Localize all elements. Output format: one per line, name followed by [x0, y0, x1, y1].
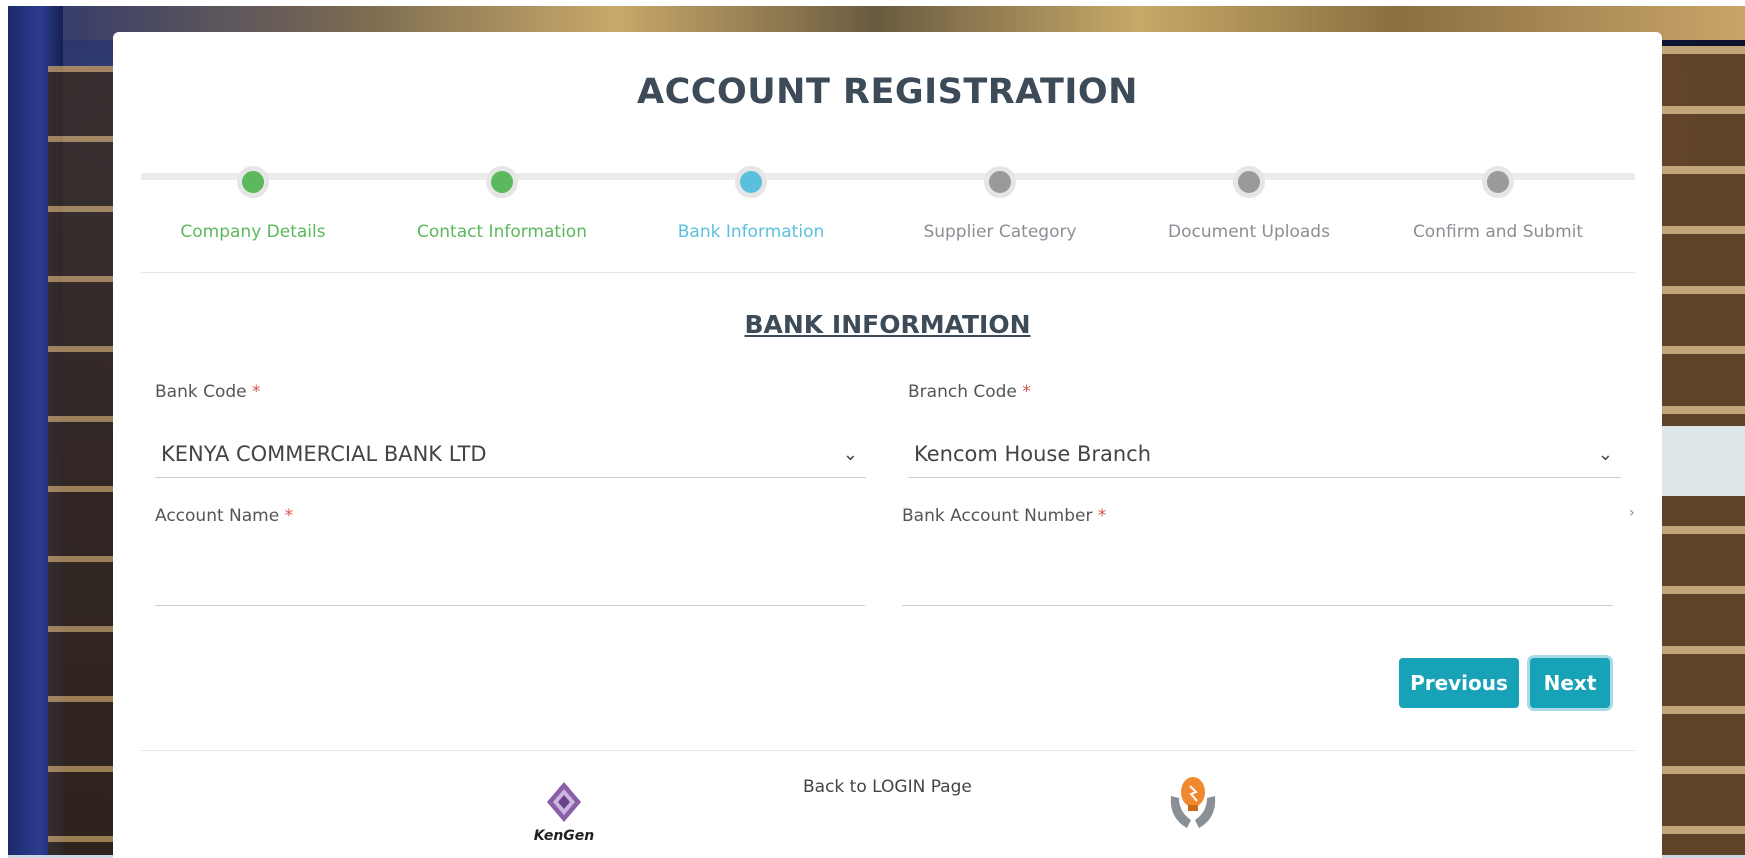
- kengen-diamond-icon: [547, 782, 581, 822]
- account-name-label: Account Name *: [155, 506, 294, 526]
- scroll-indicator-icon: ›: [1629, 505, 1635, 521]
- bank-code-value: KENYA COMMERCIAL BANK LTD: [161, 442, 487, 466]
- background-building-right-panel: [1660, 426, 1745, 496]
- footer-divider: [141, 750, 1635, 751]
- step-label: Confirm and Submit: [1412, 222, 1584, 242]
- back-to-login-link[interactable]: Back to LOGIN Page: [803, 777, 972, 797]
- required-mark: *: [284, 506, 294, 526]
- chevron-down-icon: ⌄: [1597, 443, 1613, 465]
- step-dot: [237, 166, 269, 198]
- kengen-logo-text: KenGen: [533, 828, 595, 844]
- header-divider: [141, 272, 1635, 273]
- page-title: ACCOUNT REGISTRATION: [637, 72, 1138, 112]
- step-label: Document Uploads: [1168, 222, 1330, 242]
- section-title: BANK INFORMATION: [744, 310, 1031, 339]
- account-name-input[interactable]: [155, 563, 865, 606]
- registration-card: ACCOUNT REGISTRATION Company Details Con…: [113, 32, 1662, 858]
- step-dot: [984, 166, 1016, 198]
- step-confirm-and-submit[interactable]: Confirm and Submit: [1388, 160, 1608, 242]
- next-button[interactable]: Next: [1530, 658, 1610, 708]
- step-dot: [486, 166, 518, 198]
- hands-bulb-icon: [1170, 777, 1216, 828]
- step-bank-information[interactable]: Bank Information: [641, 160, 861, 242]
- kengen-logo-right: [1153, 774, 1233, 838]
- step-document-uploads[interactable]: Document Uploads: [1139, 160, 1359, 242]
- step-label: Bank Information: [677, 222, 825, 242]
- step-label: Contact Information: [417, 222, 587, 242]
- bank-account-number-input[interactable]: [902, 563, 1613, 606]
- step-dot: [1482, 166, 1514, 198]
- step-company-details[interactable]: Company Details: [143, 160, 363, 242]
- bank-code-label: Bank Code *: [155, 382, 261, 402]
- step-label: Company Details: [180, 222, 326, 242]
- step-label: Supplier Category: [923, 222, 1077, 242]
- kengen-logo-left: KenGen: [520, 780, 608, 844]
- step-supplier-category[interactable]: Supplier Category: [890, 160, 1110, 242]
- branch-code-label: Branch Code *: [908, 382, 1031, 402]
- step-contact-information[interactable]: Contact Information: [392, 160, 612, 242]
- bank-account-number-label: Bank Account Number *: [902, 506, 1107, 526]
- required-mark: *: [1022, 382, 1031, 402]
- required-mark: *: [252, 382, 261, 402]
- previous-button[interactable]: Previous: [1399, 658, 1519, 708]
- required-mark: *: [1097, 506, 1107, 526]
- chevron-down-icon: ⌄: [842, 443, 858, 465]
- branch-code-select[interactable]: Kencom House Branch ⌄: [908, 431, 1621, 478]
- step-dot: [735, 166, 767, 198]
- branch-code-value: Kencom House Branch: [914, 442, 1152, 466]
- bank-code-select[interactable]: KENYA COMMERCIAL BANK LTD ⌄: [155, 431, 866, 478]
- step-dot: [1233, 166, 1265, 198]
